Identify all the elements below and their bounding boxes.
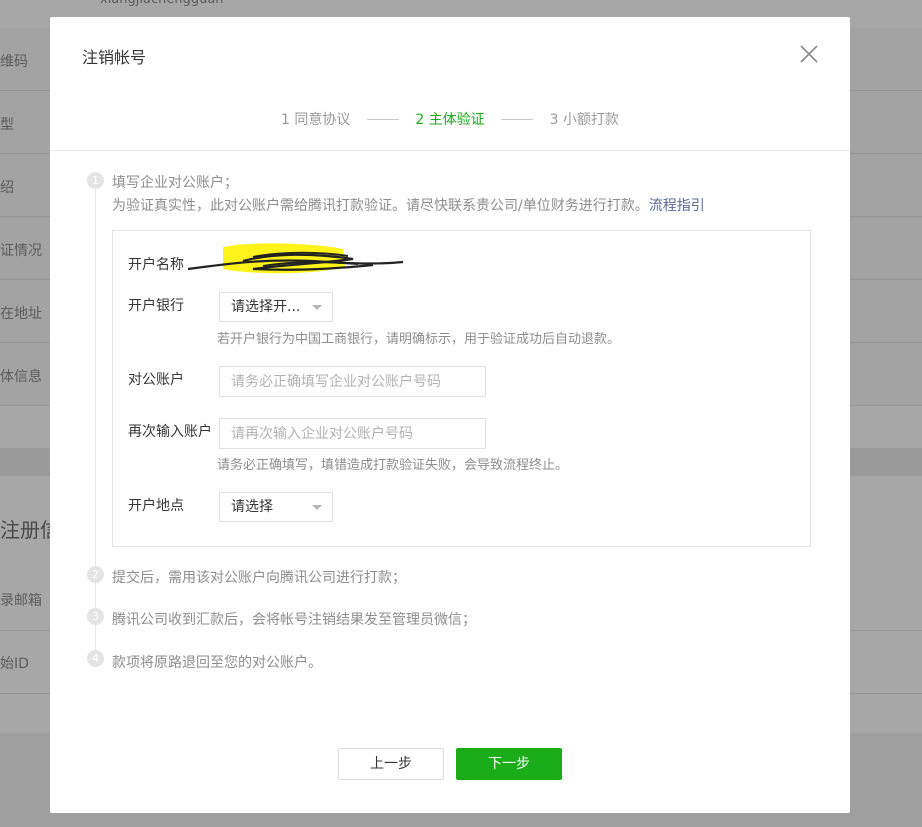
chevron-down-icon xyxy=(312,505,322,510)
process-step-text: 腾讯公司收到汇款后，会将帐号注销结果发至管理员微信； xyxy=(112,612,476,628)
step-payment: 3 小额打款 xyxy=(549,112,619,128)
close-icon[interactable] xyxy=(799,44,819,64)
location-select[interactable]: 请选择 xyxy=(219,492,333,522)
chevron-down-icon xyxy=(312,305,322,310)
bank-hint: 若开户银行为中国工商银行，请明确标示，用于验证成功后自动退款。 xyxy=(217,332,621,347)
step-separator xyxy=(366,118,399,120)
process-line xyxy=(95,187,96,667)
next-step-button[interactable]: 下一步 xyxy=(456,748,562,780)
step-verify: 2 主体验证 xyxy=(415,112,485,128)
step-number-badge: 1 xyxy=(87,172,104,189)
process-guide-link[interactable]: 流程指引 xyxy=(649,198,705,214)
process-step-desc-text: 为验证真实性，此对公账户需给腾讯打款验证。请尽快联系贵公司/单位财务进行打款。 xyxy=(112,198,649,214)
step-number-badge: 3 xyxy=(87,608,104,625)
account-input[interactable] xyxy=(219,366,486,397)
location-label: 开户地点 xyxy=(128,498,184,514)
location-select-value: 请选择 xyxy=(231,499,273,515)
step-number-badge: 4 xyxy=(87,650,104,667)
process-step-title: 填写企业对公账户； xyxy=(112,175,238,191)
process-step-description: 为验证真实性，此对公账户需给腾讯打款验证。请尽快联系贵公司/单位财务进行打款。流… xyxy=(112,195,705,215)
reenter-account-input[interactable] xyxy=(219,418,486,449)
step-agree: 1 同意协议 xyxy=(281,112,351,128)
bank-select-value: 请选择开... xyxy=(231,299,301,315)
step-indicator: 1 同意协议 2 主体验证 3 小额打款 xyxy=(50,109,850,129)
dialog-title: 注销帐号 xyxy=(82,48,147,67)
redaction-scribble xyxy=(187,243,404,274)
process-step-text: 款项将原路退回至您的对公账户。 xyxy=(112,655,322,671)
step-number-badge: 2 xyxy=(87,566,104,583)
bank-label: 开户银行 xyxy=(128,298,184,314)
process-step-text: 提交后，需用该对公账户向腾讯公司进行打款； xyxy=(112,570,406,586)
reenter-account-hint: 请务必正确填写，填错造成打款验证失败，会导致流程终止。 xyxy=(217,458,569,473)
previous-step-button[interactable]: 上一步 xyxy=(338,748,444,780)
bank-account-form: 开户名称 开户银行 请选择开... 若开户银行为中国工商银行，请明确标示，用于验… xyxy=(112,230,811,547)
reenter-account-label: 再次输入账户 xyxy=(128,424,212,440)
header-divider xyxy=(50,150,850,151)
bank-select[interactable]: 请选择开... xyxy=(219,292,333,322)
deactivate-account-dialog: 注销帐号 1 同意协议 2 主体验证 3 小额打款 1 填写企业对公账户； 为验… xyxy=(50,17,850,813)
account-label: 对公账户 xyxy=(128,372,184,388)
step-separator xyxy=(501,118,534,120)
